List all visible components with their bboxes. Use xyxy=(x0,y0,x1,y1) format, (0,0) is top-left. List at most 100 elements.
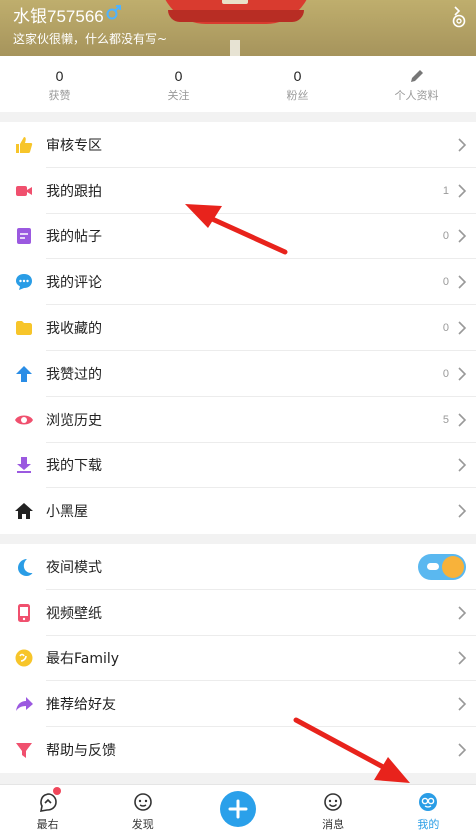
chevron-right-icon xyxy=(458,138,467,152)
phone-icon xyxy=(14,603,34,623)
stat-following[interactable]: 0 关注 xyxy=(119,56,238,112)
family-icon xyxy=(14,648,34,668)
chevron-right-icon xyxy=(458,697,467,711)
menu-item-count: 0 xyxy=(442,322,449,335)
menu-section-main: 审核专区我的跟拍 1 我的帖子 0 我的评论 0 我收藏的 0 我赞过的 0 浏览历史 5 我的下载小黑… xyxy=(0,122,476,535)
menu-item-label: 我的跟拍 xyxy=(46,183,102,200)
chevron-right-icon xyxy=(458,651,467,666)
nav-discover[interactable]: 发现 xyxy=(95,785,190,832)
menu-item-label: 审核专区 xyxy=(46,137,102,154)
menu-item-count: 0 xyxy=(442,367,449,380)
chevron-right-icon xyxy=(458,275,467,289)
folder-icon xyxy=(14,318,34,338)
menu-item-thumbs-up[interactable]: 审核专区 xyxy=(0,122,476,168)
stat-following-value: 0 xyxy=(174,68,183,84)
nav-zuiyou-label: 最右 xyxy=(36,818,59,831)
menu-item-funnel[interactable]: 帮助与反馈 xyxy=(0,727,476,773)
menu-item-label: 推荐给好友 xyxy=(46,697,116,714)
edit-profile-label: 个人资料 xyxy=(394,89,439,102)
bottom-nav: 最右 发现 消息 我的 xyxy=(0,784,476,832)
edit-profile[interactable]: 个人资料 xyxy=(357,56,476,112)
menu-item-chat-bubble[interactable]: 我的评论 0 xyxy=(0,259,476,306)
menu-item-count: 0 xyxy=(442,230,449,243)
plus-icon xyxy=(228,799,248,819)
menu-item-video-camera[interactable]: 我的跟拍 1 xyxy=(0,168,476,214)
night-mode-toggle[interactable] xyxy=(418,553,466,580)
menu-item-label: 视频壁纸 xyxy=(46,605,102,622)
share-icon xyxy=(14,694,34,714)
document-icon xyxy=(14,226,34,246)
stat-likes[interactable]: 0 获赞 xyxy=(0,56,119,112)
stat-likes-value: 0 xyxy=(55,68,64,84)
notification-dot xyxy=(53,787,61,795)
moon-icon xyxy=(14,557,34,577)
menu-item-label: 我的评论 xyxy=(46,275,102,292)
house-icon xyxy=(14,501,34,521)
menu-item-folder[interactable]: 我收藏的 0 xyxy=(0,305,476,351)
arrow-up-icon xyxy=(14,364,34,384)
eye-icon xyxy=(14,410,34,430)
chevron-right-icon xyxy=(458,229,467,244)
menu-item-document[interactable]: 我的帖子 0 xyxy=(0,214,476,260)
menu-item-label: 最右Family xyxy=(46,651,120,668)
nav-me[interactable]: 我的 xyxy=(381,785,476,832)
menu-item-eye[interactable]: 浏览历史 5 xyxy=(0,397,476,443)
menu-item-phone[interactable]: 视频壁纸 xyxy=(0,590,476,636)
post-add-button[interactable] xyxy=(219,791,256,827)
chevron-right-icon xyxy=(458,321,467,335)
menu-item-count: 0 xyxy=(442,276,449,289)
stat-following-label: 关注 xyxy=(167,89,190,102)
menu-item-label: 我的帖子 xyxy=(46,229,102,246)
username[interactable]: 水银757566 xyxy=(13,2,104,27)
download-icon xyxy=(14,455,34,475)
nav-messages-label: 消息 xyxy=(322,818,345,831)
chevron-right-icon xyxy=(458,504,467,518)
profile-header: 水银757566 这家伙很懒，什么都没有写~ xyxy=(0,0,476,56)
chat-bubble-icon xyxy=(14,272,34,292)
thumbs-up-icon xyxy=(14,135,34,155)
menu-item-moon[interactable]: 夜间模式 xyxy=(0,544,476,590)
discover-icon xyxy=(133,793,152,811)
chevron-right-icon xyxy=(458,184,467,198)
stat-fans[interactable]: 0 粉丝 xyxy=(238,56,357,112)
menu-section-settings: 夜间模式视频壁纸最右Family 推荐给好友帮助与反馈 xyxy=(0,544,476,773)
male-gender-icon xyxy=(106,5,121,20)
chevron-right-icon xyxy=(458,413,467,427)
chevron-right-icon xyxy=(458,606,467,620)
pencil-icon xyxy=(410,70,423,82)
header-road-mark xyxy=(230,40,240,56)
chevron-right-icon xyxy=(458,367,467,381)
menu-item-label: 浏览历史 xyxy=(46,412,102,429)
menu-item-arrow-up[interactable]: 我赞过的 0 xyxy=(0,351,476,397)
funnel-icon xyxy=(14,740,34,760)
menu-item-share[interactable]: 推荐给好友 xyxy=(0,681,476,728)
menu-item-label: 我收藏的 xyxy=(46,321,102,338)
nav-zuiyou[interactable]: 最右 xyxy=(0,785,95,832)
menu-item-label: 我赞过的 xyxy=(46,366,102,383)
menu-item-count: 5 xyxy=(442,413,449,426)
stat-fans-label: 粉丝 xyxy=(286,89,309,102)
nav-post[interactable] xyxy=(190,785,285,832)
profile-stats: 0 获赞 0 关注 0 粉丝 个人资料 xyxy=(0,56,476,112)
nav-discover-label: 发现 xyxy=(131,818,154,831)
menu-item-download[interactable]: 我的下载 xyxy=(0,443,476,489)
profile-bio[interactable]: 这家伙很懒，什么都没有写~ xyxy=(13,30,167,47)
menu-item-label: 小黑屋 xyxy=(46,504,88,521)
profile-icon xyxy=(419,793,438,811)
chevron-right-icon xyxy=(458,743,467,757)
header-car-image xyxy=(160,0,312,24)
menu-item-label: 帮助与反馈 xyxy=(46,743,116,760)
chevron-right-icon xyxy=(458,458,467,473)
menu-item-label: 我的下载 xyxy=(46,458,102,475)
menu-item-house[interactable]: 小黑屋 xyxy=(0,488,476,534)
nav-messages[interactable]: 消息 xyxy=(286,785,381,832)
menu-item-count: 1 xyxy=(442,184,449,197)
video-camera-icon xyxy=(14,181,34,201)
stat-fans-value: 0 xyxy=(293,68,302,84)
settings-gear-icon[interactable] xyxy=(449,6,469,28)
menu-item-label: 夜间模式 xyxy=(46,559,102,576)
nav-me-label: 我的 xyxy=(417,818,440,831)
message-icon xyxy=(324,793,342,811)
stat-likes-label: 获赞 xyxy=(48,89,71,102)
menu-item-family[interactable]: 最右Family xyxy=(0,636,476,682)
